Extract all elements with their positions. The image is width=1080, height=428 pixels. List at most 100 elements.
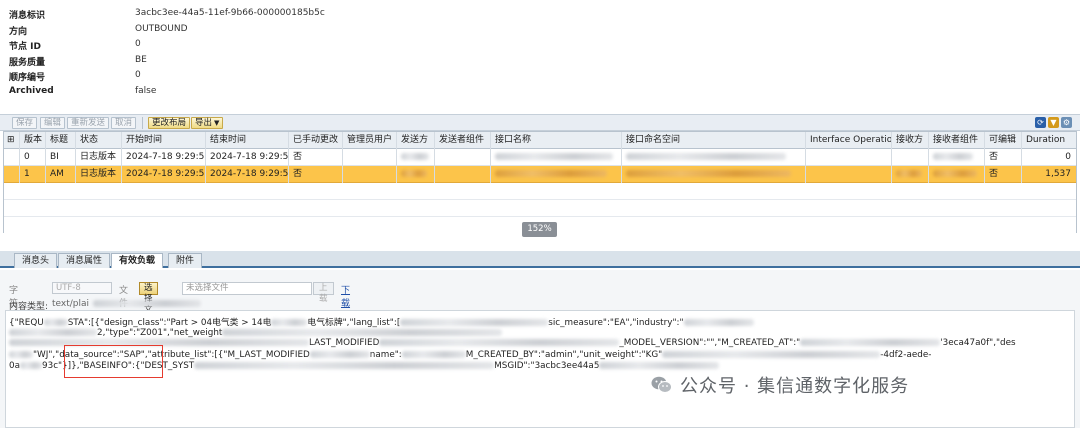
prop-value: OUTBOUND bbox=[135, 23, 188, 34]
redacted-text bbox=[626, 170, 791, 177]
payload-text: 0a bbox=[9, 361, 20, 371]
empty-row bbox=[4, 183, 1076, 200]
save-button[interactable]: 保存 bbox=[12, 117, 38, 129]
chevron-down-icon: ▼ bbox=[214, 119, 220, 127]
table-row-selected[interactable]: 1 AM 日志版本 2024-7-18 9:29:51 2024-7-18 9:… bbox=[4, 166, 1076, 183]
cell-receiver-component bbox=[929, 166, 985, 183]
col-interface-namespace[interactable]: 接口命名空间 bbox=[622, 132, 806, 149]
redacted-text bbox=[400, 319, 549, 326]
payload-text: MSGID":"3acbc3ee44a5 bbox=[494, 361, 600, 371]
cell-editable: 否 bbox=[985, 149, 1022, 166]
col-sender-component[interactable]: 发送者组件 bbox=[435, 132, 491, 149]
cell-duration: 0 bbox=[1065, 152, 1071, 162]
payload-text: 电气标牌","lang_list":[ bbox=[307, 318, 401, 328]
redacted-text bbox=[271, 319, 308, 326]
col-editable[interactable]: 可编辑 bbox=[985, 132, 1022, 149]
payload-text: sic_measure":"EA","industry":" bbox=[548, 318, 684, 328]
cell-status: 日志版本 bbox=[76, 166, 122, 183]
row-selector[interactable] bbox=[4, 149, 20, 166]
redacted-text bbox=[896, 170, 922, 177]
message-properties: 消息标识 3acbc3ee-44a5-11ef-9b66-000000185b5… bbox=[9, 7, 509, 101]
cell-receiver-component bbox=[929, 149, 985, 166]
prop-label: 方向 bbox=[9, 26, 28, 37]
encoding-select[interactable]: UTF-8 bbox=[52, 282, 112, 294]
settings-icon[interactable]: ⚙ bbox=[1061, 117, 1072, 128]
cell-end-time: 2024-7-18 9:29:51 bbox=[206, 149, 289, 166]
prop-value: BE bbox=[135, 54, 147, 65]
upload-button[interactable]: 上载 bbox=[313, 282, 334, 304]
cell-interface-name bbox=[491, 166, 622, 183]
choose-file-button[interactable]: 选择文件 bbox=[139, 282, 158, 326]
empty-row bbox=[4, 200, 1076, 217]
tab-message-header[interactable]: 消息头 bbox=[14, 253, 58, 268]
filter-icon[interactable]: ▼ bbox=[1048, 117, 1059, 128]
col-admin-user[interactable]: 管理员用户 bbox=[343, 132, 397, 149]
redacted-text bbox=[222, 329, 503, 336]
cell-sender bbox=[397, 166, 435, 183]
cell-start-time: 2024-7-18 9:29:51 bbox=[122, 166, 206, 183]
col-duration[interactable]: Duration bbox=[1022, 132, 1076, 149]
table-row[interactable]: 0 BI 日志版本 2024-7-18 9:29:51 2024-7-18 9:… bbox=[4, 149, 1076, 166]
col-interface-operation[interactable]: Interface Operation bbox=[806, 132, 892, 149]
prop-label: 服务质量 bbox=[9, 57, 46, 68]
redacted-text bbox=[495, 170, 607, 177]
col-title[interactable]: 标题 bbox=[46, 132, 76, 149]
col-status[interactable]: 状态 bbox=[76, 132, 122, 149]
cell-manually-changed: 否 bbox=[289, 149, 343, 166]
col-start-time[interactable]: 开始时间 bbox=[122, 132, 206, 149]
payload-line-1: {"REQU STA":[{"design_class":"Part > 04电气… bbox=[9, 315, 754, 328]
refresh-icon[interactable]: ⟳ bbox=[1035, 117, 1046, 128]
resend-button[interactable]: 重新发送 bbox=[67, 117, 110, 129]
zoom-indicator: 152% bbox=[522, 222, 557, 237]
prop-qos: 服务质量 BE bbox=[9, 54, 509, 70]
cancel-button[interactable]: 取消 bbox=[111, 117, 137, 129]
tab-attachments[interactable]: 附件 bbox=[168, 253, 203, 268]
wechat-icon bbox=[651, 376, 672, 394]
cell-receiver bbox=[892, 149, 929, 166]
cell-sender-component bbox=[435, 166, 491, 183]
prop-sequence: 顺序编号 0 bbox=[9, 69, 509, 85]
cell-sender bbox=[397, 149, 435, 166]
toolbar-divider bbox=[142, 117, 143, 129]
versions-table: ⊞ 版本 标题 状态 开始时间 结束时间 已手动更改 管理员用户 发送方 发送者… bbox=[3, 131, 1077, 234]
col-version[interactable]: 版本 bbox=[20, 132, 46, 149]
cell-admin-user bbox=[343, 149, 397, 166]
table-header: ⊞ 版本 标题 状态 开始时间 结束时间 已手动更改 管理员用户 发送方 发送者… bbox=[4, 132, 1076, 149]
prop-node-id: 节点 ID 0 bbox=[9, 38, 509, 54]
redacted-text bbox=[20, 362, 42, 369]
payload-text: M_CREATED_BY":"admin","unit_weight":"KG" bbox=[465, 350, 663, 360]
cell-title: BI bbox=[46, 149, 76, 166]
col-receiver-component[interactable]: 接收者组件 bbox=[929, 132, 985, 149]
change-layout-button[interactable]: 更改布局 bbox=[148, 117, 191, 129]
prop-value: 3acbc3ee-44a5-11ef-9b66-000000185b5c bbox=[135, 8, 325, 18]
content-type-text: text/plai bbox=[52, 299, 90, 309]
content-type-value: text/plai bbox=[52, 299, 202, 309]
payload-content[interactable]: {"REQU STA":[{"design_class":"Part > 04电气… bbox=[5, 310, 1075, 428]
column-chooser-icon[interactable]: ⊞ bbox=[4, 132, 20, 149]
highlight-box bbox=[64, 345, 163, 378]
watermark-text: 公众号 · 集信通数字化服务 bbox=[680, 376, 910, 397]
edit-button[interactable]: 编辑 bbox=[40, 117, 66, 129]
col-sender[interactable]: 发送方 bbox=[397, 132, 435, 149]
prop-label: 消息标识 bbox=[9, 11, 46, 21]
cell-interface-name bbox=[491, 149, 622, 166]
export-button[interactable]: 导出 ▼ bbox=[191, 117, 224, 129]
prop-label: 节点 ID bbox=[9, 42, 41, 53]
col-receiver[interactable]: 接收方 bbox=[892, 132, 929, 149]
download-link[interactable]: 下载 bbox=[341, 283, 350, 309]
prop-value: 0 bbox=[135, 39, 141, 50]
tab-message-properties[interactable]: 消息属性 bbox=[58, 253, 111, 268]
versions-toolbar: 保存 编辑 重新发送 取消 更改布局 导出 ▼ ⟳ ▼ ⚙ bbox=[0, 114, 1080, 131]
col-end-time[interactable]: 结束时间 bbox=[206, 132, 289, 149]
cell-title: AM bbox=[46, 166, 76, 183]
cell-end-time: 2024-7-18 9:29:53 bbox=[206, 166, 289, 183]
cell-version: 0 bbox=[20, 149, 46, 166]
row-selector[interactable] bbox=[4, 166, 20, 183]
cell-receiver bbox=[892, 166, 929, 183]
redacted-text bbox=[933, 153, 973, 160]
cell-version: 1 bbox=[20, 166, 46, 183]
tab-payload[interactable]: 有效负载 bbox=[111, 253, 164, 268]
col-interface-name[interactable]: 接口名称 bbox=[491, 132, 622, 149]
payload-text: LAST_MODIFIED bbox=[309, 338, 380, 348]
col-manually-changed[interactable]: 已手动更改 bbox=[289, 132, 343, 149]
